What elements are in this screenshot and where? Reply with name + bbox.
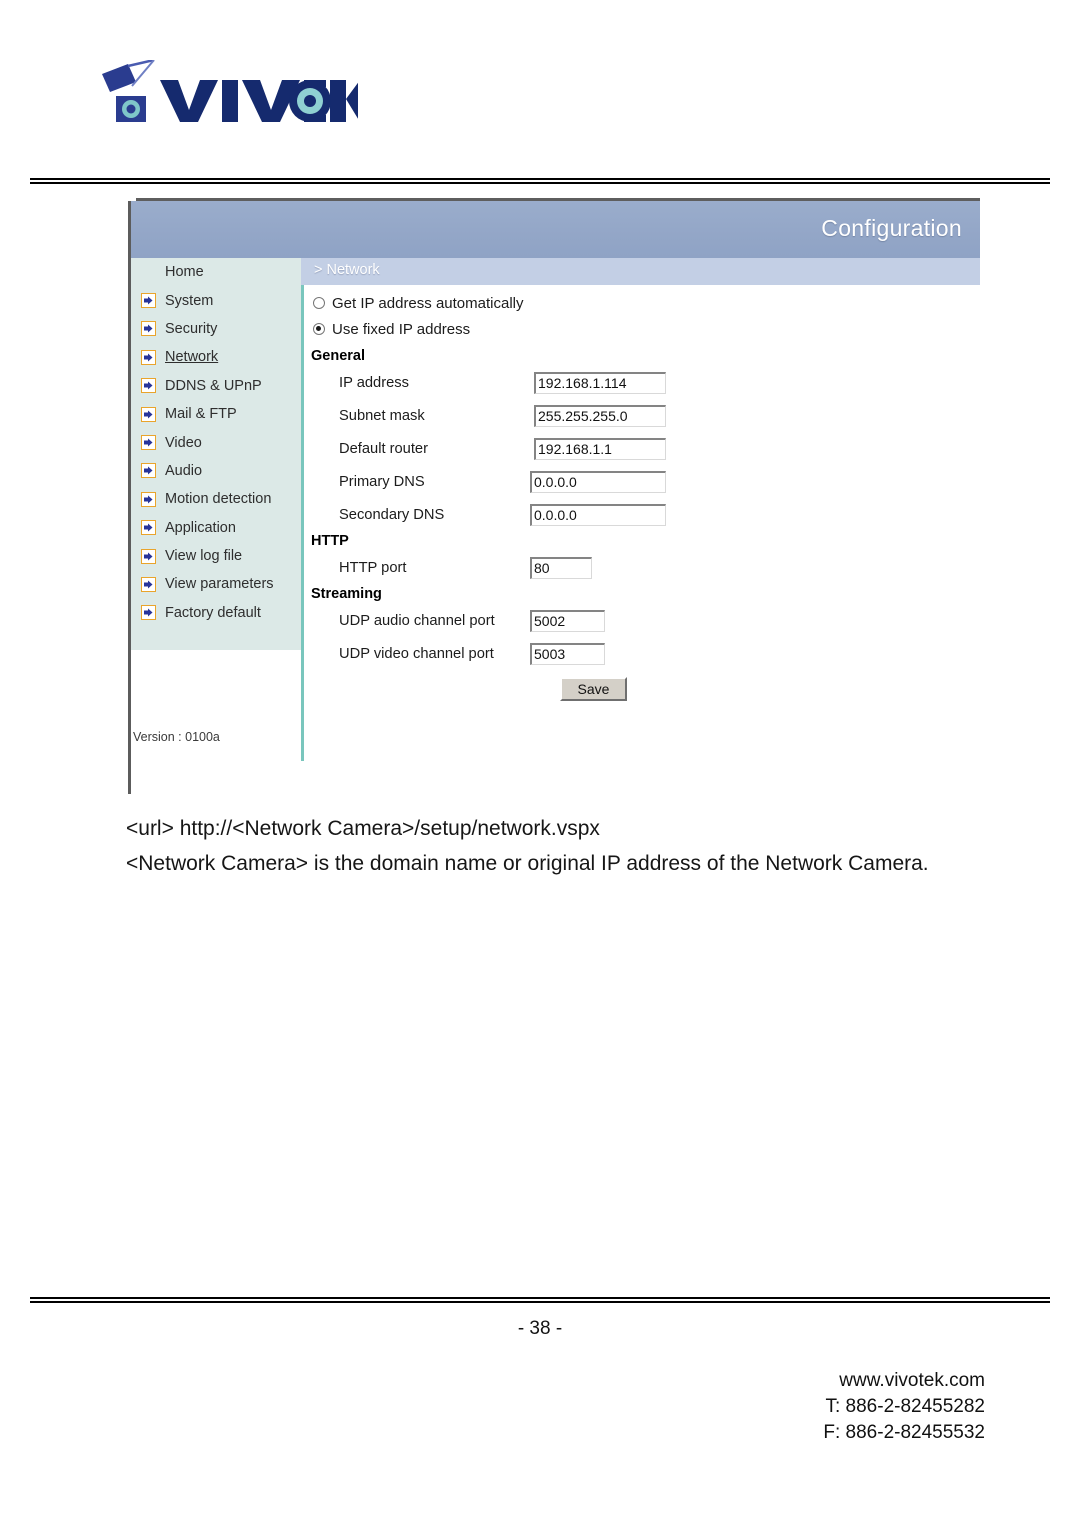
radio-use-fixed-ip[interactable]: Use fixed IP address — [309, 316, 969, 342]
sidebar-item-factory-default[interactable]: Factory default — [131, 599, 301, 627]
default-router-input[interactable]: 192.168.1.1 — [534, 437, 666, 460]
primary-dns-input[interactable]: 0.0.0.0 — [530, 470, 666, 493]
sidebar-item-label: Application — [165, 519, 236, 536]
sidebar-item-label: Mail & FTP — [165, 406, 237, 423]
radio-label: Get IP address automatically — [332, 294, 524, 312]
http-port-input[interactable]: 80 — [530, 556, 592, 579]
sidebar-nav: Home System Security Network DDNS & UPnP… — [131, 258, 301, 794]
sidebar-item-label: Video — [165, 434, 202, 451]
radio-unselected-icon[interactable] — [313, 297, 325, 309]
sidebar-item-mail-ftp[interactable]: Mail & FTP — [131, 400, 301, 428]
field-label: IP address — [339, 374, 409, 391]
secondary-dns-input[interactable]: 0.0.0.0 — [530, 503, 666, 526]
field-label: Subnet mask — [339, 407, 425, 424]
sidebar-item-view-parameters[interactable]: View parameters — [131, 570, 301, 598]
sidebar-item-motion-detection[interactable]: Motion detection — [131, 485, 301, 513]
save-button[interactable]: Save — [560, 677, 627, 701]
arrow-right-icon — [141, 576, 156, 592]
vivotek-logo — [98, 60, 358, 132]
sidebar-item-label: View log file — [165, 548, 243, 565]
field-secondary-dns: Secondary DNS 0.0.0.0 — [309, 498, 969, 531]
config-content-column: > Network Get IP address automatically U… — [301, 258, 980, 794]
vivotek-logo-svg — [102, 60, 358, 122]
content-left-rule — [301, 285, 304, 761]
network-settings-form: Get IP address automatically Use fixed I… — [309, 290, 969, 706]
arrow-right-icon — [141, 435, 156, 451]
sidebar-item-label: Motion detection — [165, 491, 272, 508]
sidebar-item-label: Home — [165, 264, 204, 281]
spacer-icon — [141, 265, 156, 280]
sidebar-item-security[interactable]: Security — [131, 315, 301, 343]
sidebar-item-label: System — [165, 292, 214, 309]
sidebar-item-label: Security — [165, 320, 218, 337]
footer-fax: F: 886-2-82455532 — [823, 1422, 985, 1443]
field-primary-dns: Primary DNS 0.0.0.0 — [309, 465, 969, 498]
body-text: <url> http://<Network Camera>/setup/netw… — [126, 812, 976, 882]
breadcrumb: > Network — [314, 262, 380, 278]
arrow-right-icon — [141, 349, 156, 365]
radio-get-ip-automatically[interactable]: Get IP address automatically — [309, 290, 969, 316]
arrow-right-icon — [141, 378, 156, 394]
field-ip-address: IP address 192.168.1.114 — [309, 366, 969, 399]
radio-selected-icon[interactable] — [313, 323, 325, 335]
field-label: Default router — [339, 440, 428, 457]
section-heading-streaming: Streaming — [311, 586, 382, 602]
breadcrumb-bar: > Network — [301, 258, 980, 285]
field-default-router: Default router 192.168.1.1 — [309, 432, 969, 465]
field-label: HTTP port — [339, 559, 407, 576]
subnet-mask-input[interactable]: 255.255.255.0 — [534, 404, 666, 427]
sidebar-item-ddns-upnp[interactable]: DDNS & UPnP — [131, 372, 301, 400]
bottom-divider — [30, 1297, 1050, 1303]
sidebar-item-label: DDNS & UPnP — [165, 377, 262, 394]
field-udp-audio-port: UDP audio channel port 5002 — [309, 604, 969, 637]
sidebar-item-view-log-file[interactable]: View log file — [131, 542, 301, 570]
field-http-port: HTTP port 80 — [309, 551, 969, 584]
sidebar-item-video[interactable]: Video — [131, 428, 301, 456]
arrow-right-icon — [141, 491, 156, 507]
arrow-right-icon — [141, 321, 156, 337]
sidebar-item-system[interactable]: System — [131, 286, 301, 314]
footer-website: www.vivotek.com — [839, 1370, 985, 1391]
sidebar-item-label: View parameters — [165, 576, 274, 593]
udp-audio-port-input[interactable]: 5002 — [530, 609, 605, 632]
url-line: <url> http://<Network Camera>/setup/netw… — [126, 817, 600, 840]
sidebar-item-network[interactable]: Network — [131, 343, 301, 371]
field-label: Secondary DNS — [339, 506, 445, 523]
footer-telephone: T: 886-2-82455282 — [825, 1396, 985, 1417]
field-label: Primary DNS — [339, 473, 425, 490]
field-label: UDP video channel port — [339, 645, 494, 662]
arrow-right-icon — [141, 605, 156, 621]
arrow-right-icon — [141, 520, 156, 536]
description-line: <Network Camera> is the domain name or o… — [126, 852, 929, 875]
section-heading-general: General — [311, 348, 365, 364]
sidebar-nav-list: Home System Security Network DDNS & UPnP… — [131, 258, 301, 627]
field-udp-video-port: UDP video channel port 5003 — [309, 637, 969, 670]
sidebar-item-home[interactable]: Home — [131, 258, 301, 286]
vivotek-o-letter — [289, 80, 331, 122]
field-label: UDP audio channel port — [339, 612, 495, 629]
sidebar-item-application[interactable]: Application — [131, 514, 301, 542]
footer-contact-block: www.vivotek.com T: 886-2-82455282 F: 886… — [823, 1368, 985, 1446]
sidebar-item-label: Network — [165, 349, 219, 366]
arrow-right-icon — [141, 406, 156, 422]
page-title: Configuration — [821, 215, 962, 241]
save-row: Save — [309, 670, 969, 706]
arrow-right-icon — [141, 463, 156, 479]
page-number: - 38 - — [517, 1318, 563, 1339]
udp-video-port-input[interactable]: 5003 — [530, 642, 605, 665]
ip-address-input[interactable]: 192.168.1.114 — [534, 371, 666, 394]
camera-icon — [102, 60, 155, 122]
firmware-version-label: Version : 0100a — [133, 730, 220, 744]
top-divider — [30, 178, 1050, 184]
arrow-right-icon — [141, 548, 156, 564]
sidebar-item-label: Factory default — [165, 604, 261, 621]
section-heading-http: HTTP — [311, 533, 349, 549]
sidebar-item-label: Audio — [165, 462, 203, 479]
config-header-bar: Configuration — [131, 201, 980, 258]
field-subnet-mask: Subnet mask 255.255.255.0 — [309, 399, 969, 432]
sidebar-item-audio[interactable]: Audio — [131, 457, 301, 485]
arrow-right-icon — [141, 293, 156, 309]
configuration-screenshot: Configuration Home System Security Netwo… — [128, 198, 980, 794]
radio-label: Use fixed IP address — [332, 320, 471, 338]
